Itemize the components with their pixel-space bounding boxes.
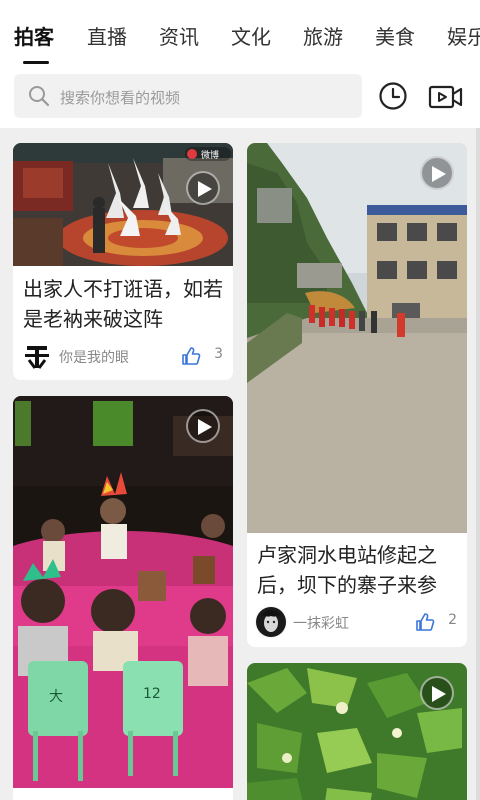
tab-food[interactable]: 美食 xyxy=(375,21,415,50)
video-thumbnail xyxy=(247,143,467,533)
video-camera-icon[interactable] xyxy=(428,82,464,112)
video-title[interactable]: 出家人不打诳语，如若是老衲来破这阵 xyxy=(23,274,223,334)
channel-tabs: 拍客 直播 资讯 文化 旅游 美食 娱乐 xyxy=(0,0,480,70)
avatar[interactable] xyxy=(21,340,53,372)
thumbs-up-icon[interactable] xyxy=(415,612,435,632)
play-icon xyxy=(432,686,446,702)
video-card[interactable]: 卢家洞水电站修起之后，坝下的寨子来参 一抹彩虹 2 xyxy=(247,143,467,647)
like-count: 2 xyxy=(448,612,457,628)
video-card[interactable]: 微博 出家人不打诳语，如若是老衲来破这阵 你是我的眼 3 xyxy=(13,143,233,380)
play-button[interactable] xyxy=(420,676,454,710)
active-tab-indicator xyxy=(23,61,49,64)
avatar[interactable] xyxy=(255,606,287,638)
play-icon xyxy=(198,419,212,435)
author-name[interactable]: 一抹彩虹 xyxy=(293,613,349,633)
tab-news[interactable]: 资讯 xyxy=(159,21,199,50)
play-button[interactable] xyxy=(186,409,220,443)
video-card[interactable] xyxy=(247,663,467,800)
author-name[interactable]: 你是我的眼 xyxy=(59,347,129,367)
video-card[interactable]: 大 12 xyxy=(13,396,233,800)
card-meta: 一抹彩虹 2 xyxy=(255,606,457,638)
search-input[interactable]: 搜索你想看的视频 xyxy=(14,74,362,118)
video-thumbnail: 大 12 xyxy=(13,396,233,788)
video-thumbnail xyxy=(247,663,467,800)
like-count: 3 xyxy=(214,346,223,362)
clock-icon[interactable] xyxy=(378,81,408,111)
play-button[interactable] xyxy=(420,156,454,190)
scrollbar[interactable] xyxy=(476,128,480,800)
video-thumbnail: 微博 xyxy=(13,143,233,266)
search-row: 搜索你想看的视频 xyxy=(0,70,480,128)
play-button[interactable] xyxy=(186,171,220,205)
tab-paike[interactable]: 拍客 xyxy=(14,21,54,50)
search-placeholder: 搜索你想看的视频 xyxy=(60,89,181,107)
thumbs-up-icon[interactable] xyxy=(181,346,201,366)
watermark: 微博 xyxy=(185,147,231,161)
tab-culture[interactable]: 文化 xyxy=(231,21,271,50)
play-icon xyxy=(198,181,212,197)
video-feed: 微博 出家人不打诳语，如若是老衲来破这阵 你是我的眼 3 卢家洞水电站修起之后，… xyxy=(0,128,480,800)
search-icon xyxy=(29,86,50,107)
card-meta: 你是我的眼 3 xyxy=(21,340,223,372)
tab-live[interactable]: 直播 xyxy=(87,21,127,50)
play-icon xyxy=(432,166,446,182)
video-title[interactable]: 卢家洞水电站修起之后，坝下的寨子来参 xyxy=(257,540,457,600)
tab-travel[interactable]: 旅游 xyxy=(303,21,343,50)
tab-entertainment[interactable]: 娱乐 xyxy=(447,21,480,50)
